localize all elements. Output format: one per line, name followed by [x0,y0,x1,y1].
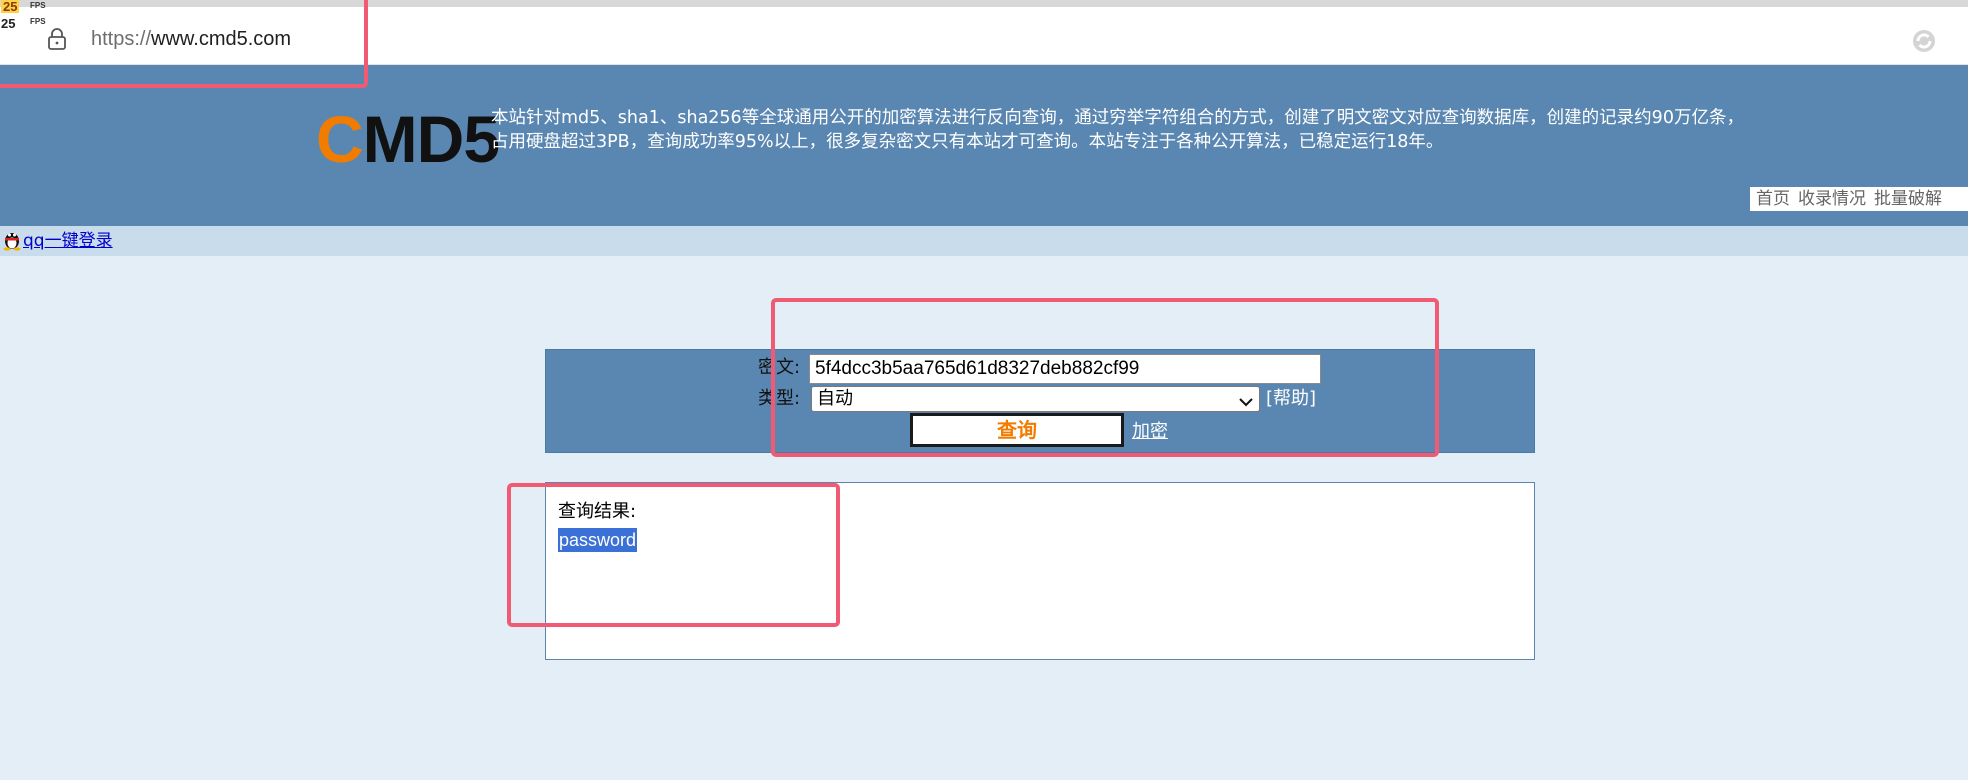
site-description-line-2: 占用硬盘超过3PB，查询成功率95%以上，很多复杂密文只有本站才可查询。本站专注… [491,132,1444,152]
site-logo[interactable]: CMD5 [316,106,500,172]
annotation-highlight-form [771,298,1439,457]
site-description-line-1: 本站针对md5、sha1、sha256等全球通用公开的加密算法进行反向查询，通过… [491,108,1744,128]
logo-c: C [316,102,364,176]
site-description: 本站针对md5、sha1、sha256等全球通用公开的加密算法进行反向查询，通过… [491,106,1791,154]
annotation-highlight-result [507,483,840,627]
nav-records[interactable]: 收录情况 [1798,189,1866,209]
nav-batch-crack[interactable]: 批量破解 [1874,189,1942,209]
login-bar: qq一键登录 [0,226,1968,256]
nav-home[interactable]: 首页 [1756,189,1790,209]
refresh-icon[interactable] [1910,27,1938,55]
site-header: CMD5 本站针对md5、sha1、sha256等全球通用公开的加密算法进行反向… [0,65,1968,226]
top-nav: 首页 收录情况 批量破解 [1750,187,1968,211]
annotation-highlight-url [0,0,368,88]
logo-md5: MD5 [362,102,500,176]
qq-penguin-icon[interactable] [2,227,22,251]
qq-login-link[interactable]: qq一键登录 [23,230,113,252]
